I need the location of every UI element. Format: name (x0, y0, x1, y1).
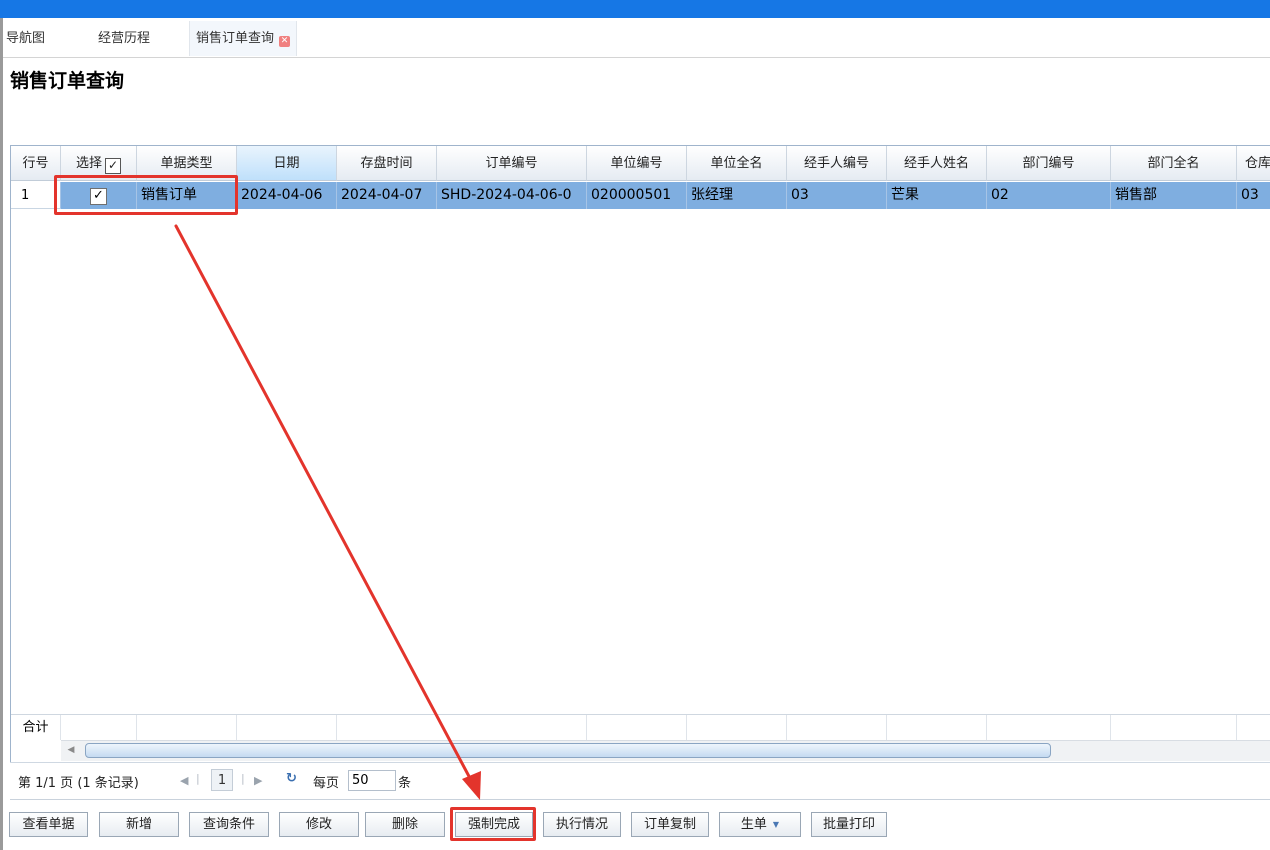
summary-cell (987, 715, 1111, 740)
column-header-label: 选择 (75, 156, 102, 171)
view-document-button[interactable]: 查看单据 (9, 812, 88, 837)
cell-warehouse[interactable]: 03 (1237, 182, 1270, 209)
window-left-border (0, 18, 3, 850)
column-header-select[interactable]: 选择 ✓ (61, 146, 137, 181)
app-title-bar (0, 0, 1270, 18)
column-header-order-no[interactable]: 订单编号 (437, 146, 587, 181)
column-header-doc-type[interactable]: 单据类型 (137, 146, 237, 181)
scrollbar-thumb[interactable] (85, 743, 1051, 758)
column-header-handler-no[interactable]: 经手人编号 (787, 146, 887, 181)
column-header-save-time[interactable]: 存盘时间 (337, 146, 437, 181)
tab-label: 经营历程 (98, 31, 151, 46)
cell-unit-no[interactable]: 020000501 (587, 182, 687, 209)
column-header-unit-name[interactable]: 单位全名 (687, 146, 787, 181)
tab-label: 销售订单查询 (196, 31, 275, 46)
horizontal-scrollbar[interactable]: ◀ (61, 740, 1270, 761)
cell-order-no[interactable]: SHD-2024-04-06-0 (437, 182, 587, 209)
summary-label: 合计 (11, 715, 61, 740)
copy-order-button[interactable]: 订单复制 (631, 812, 709, 837)
summary-cell (61, 715, 137, 740)
column-header-unit-no[interactable]: 单位编号 (587, 146, 687, 181)
force-complete-button[interactable]: 强制完成 (455, 812, 533, 837)
summary-cell (237, 715, 337, 740)
summary-cell (687, 715, 787, 740)
tab-sales-order-query[interactable]: 销售订单查询 ✕ (189, 21, 298, 56)
select-all-checkbox[interactable]: ✓ (105, 158, 121, 174)
cell-handler-name[interactable]: 芒果 (887, 182, 987, 209)
tab-label: 导航图 (6, 31, 46, 46)
cell-dept-no[interactable]: 02 (987, 182, 1111, 209)
prev-page-icon[interactable]: ◀ (180, 774, 188, 787)
chevron-down-icon: ▼ (772, 820, 780, 829)
refresh-icon[interactable]: ↻ (286, 771, 297, 786)
edit-button[interactable]: 修改 (279, 812, 359, 837)
close-icon[interactable]: ✕ (279, 36, 291, 47)
tab-strip: 导航图 经营历程 销售订单查询 ✕ (3, 18, 1270, 58)
delete-button[interactable]: 删除 (365, 812, 445, 837)
execution-status-button[interactable]: 执行情况 (543, 812, 621, 837)
tab-navigation-map[interactable]: 导航图 (6, 21, 45, 56)
add-button[interactable]: 新增 (99, 812, 179, 837)
page-info: 第 1/1 页 (1 条记录) (18, 776, 139, 791)
summary-cell (337, 715, 587, 740)
generate-order-button[interactable]: 生单 ▼ (719, 812, 801, 837)
column-header-date[interactable]: 日期 (237, 146, 337, 181)
per-page-unit: 条 (398, 776, 412, 791)
tab-business-history[interactable]: 经营历程 (98, 21, 150, 56)
query-conditions-button[interactable]: 查询条件 (189, 812, 269, 837)
pager-divider: | (196, 772, 200, 785)
column-header-dept-no[interactable]: 部门编号 (987, 146, 1111, 181)
action-toolbar: 查看单据 新增 查询条件 修改 删除 强制完成 执行情况 订单复制 生单 ▼ 批量… (3, 800, 1270, 850)
summary-cell (1111, 715, 1237, 740)
row-select-checkbox[interactable]: ✓ (90, 188, 107, 205)
current-page-number[interactable]: 1 (211, 769, 233, 791)
cell-dept-name[interactable]: 销售部 (1111, 182, 1237, 209)
page-title: 销售订单查询 (10, 70, 125, 92)
cell-doc-type[interactable]: 销售订单 (137, 182, 237, 209)
column-header-dept-name[interactable]: 部门全名 (1111, 146, 1237, 181)
column-header-handler-name[interactable]: 经手人姓名 (887, 146, 987, 181)
scroll-left-icon[interactable]: ◀ (64, 743, 78, 758)
summary-cell (137, 715, 237, 740)
next-page-icon[interactable]: ▶ (254, 774, 262, 787)
row-number: 1 (11, 182, 61, 209)
cell-save-time[interactable]: 2024-04-07 (337, 182, 437, 209)
column-header-row-no[interactable]: 行号 (11, 146, 61, 181)
column-header-warehouse[interactable]: 仓库 (1237, 146, 1270, 181)
summary-cell (587, 715, 687, 740)
sales-order-grid: 行号 选择 ✓ 单据类型 日期 存盘时间 订单编号 单位编号 单位全名 经手人编号… (10, 145, 1270, 763)
cell-date[interactable]: 2024-04-06 (237, 182, 337, 209)
cell-handler-no[interactable]: 03 (787, 182, 887, 209)
row-select-cell[interactable]: ✓ (61, 182, 137, 209)
button-label: 生单 (740, 817, 767, 832)
pagination-bar: 第 1/1 页 (1 条记录) ◀ | 1 | ▶ ↻ 每页 条 (10, 762, 1270, 800)
pager-divider: | (241, 772, 245, 785)
summary-cell (887, 715, 987, 740)
summary-row: 合计 (11, 714, 1270, 740)
summary-cell (787, 715, 887, 740)
cell-unit-name[interactable]: 张经理 (687, 182, 787, 209)
batch-print-button[interactable]: 批量打印 (811, 812, 887, 837)
page-size-input[interactable] (348, 770, 396, 791)
per-page-label: 每页 (313, 776, 340, 791)
